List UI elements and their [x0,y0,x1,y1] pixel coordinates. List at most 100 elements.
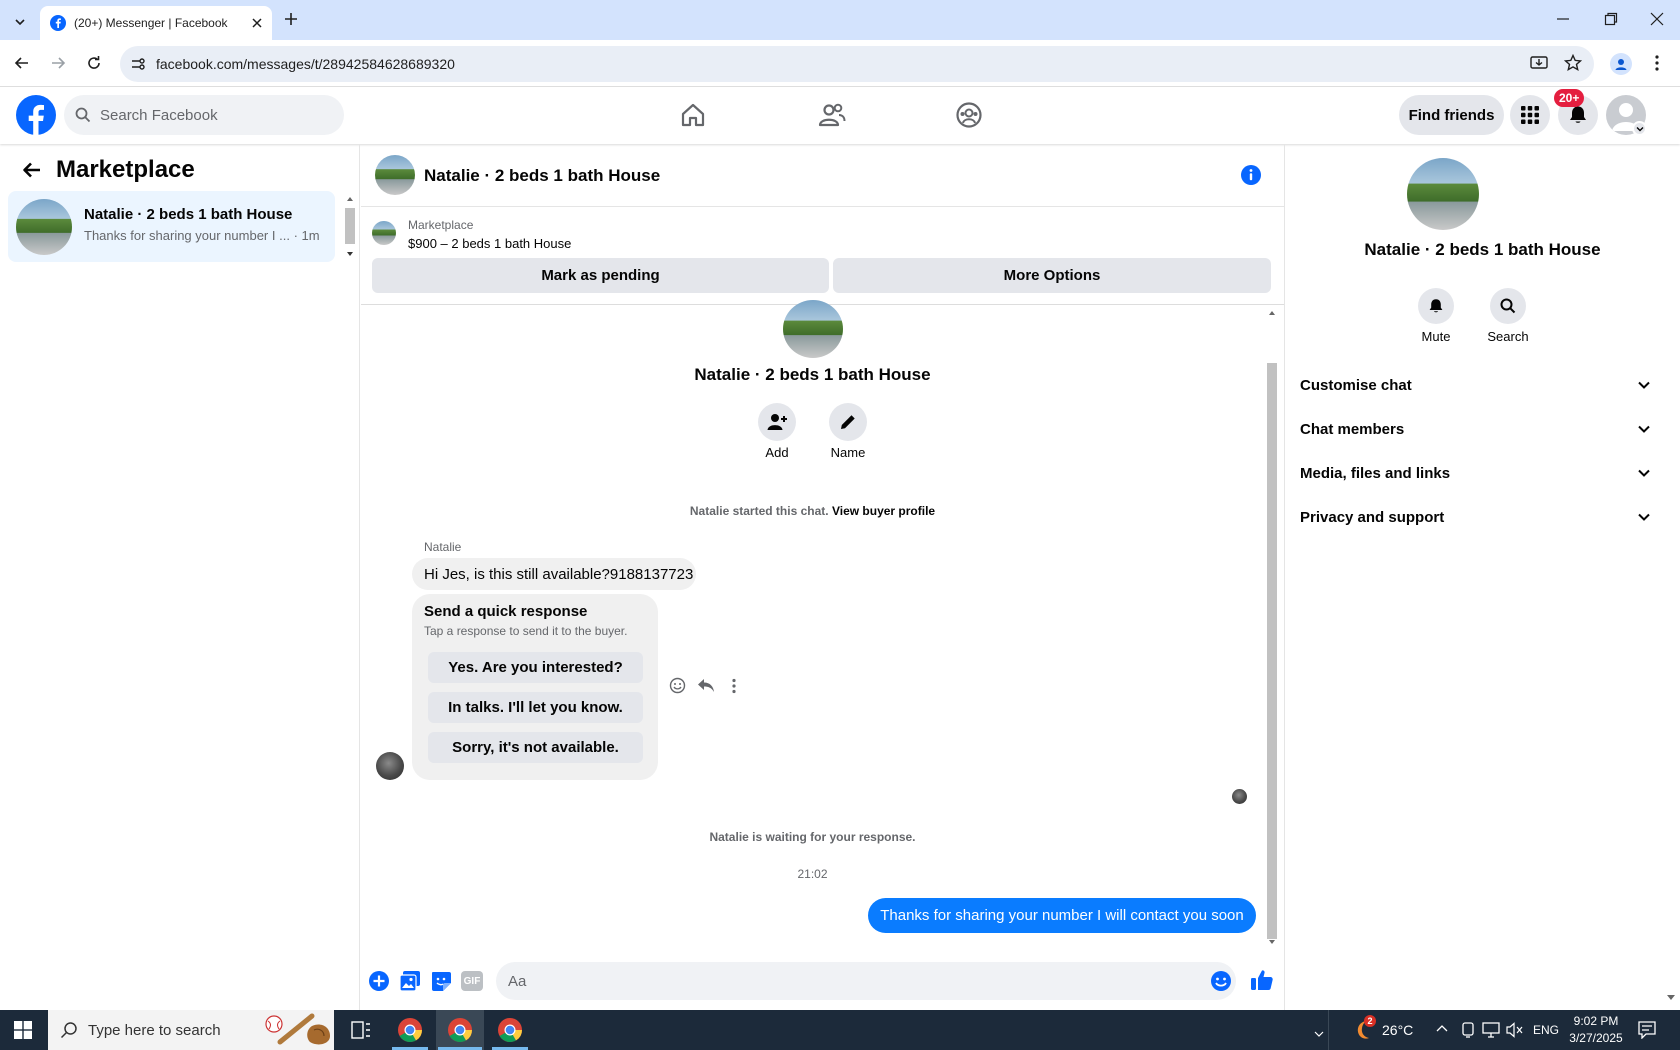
install-app-icon[interactable] [1530,55,1548,71]
sticker-button[interactable] [430,970,452,992]
browser-menu-icon[interactable] [1654,54,1660,72]
add-person-icon [767,414,787,430]
arrow-left-icon [23,162,40,178]
quick-response-option[interactable]: In talks. I'll let you know. [428,692,643,723]
volume-muted-icon[interactable] [1506,1022,1524,1038]
arrow-left-icon [14,57,28,69]
windows-start-button[interactable] [14,1021,32,1039]
taskbar-chrome-app[interactable] [396,1016,424,1044]
new-tab-button[interactable] [284,12,298,26]
plus-circle-icon [369,971,389,991]
weather-temp[interactable]: 26°C [1382,1022,1413,1038]
message-input[interactable]: Aa [496,962,1236,1000]
view-buyer-profile-link[interactable]: View buyer profile [832,504,935,518]
listing-thumbnail[interactable] [372,221,396,245]
tab-list-button[interactable] [8,10,32,34]
page-scroll-down-arrow[interactable] [1666,994,1676,1002]
profile-icon[interactable] [1610,53,1632,75]
chevron-up-icon [1436,1025,1448,1032]
taskbar-clock[interactable]: 9:02 PM 3/27/2025 [1568,1013,1624,1047]
restore-icon [1604,12,1618,26]
taskbar-chrome-app-2[interactable] [496,1016,524,1044]
incoming-message[interactable]: Hi Jes, is this still available?91881377… [412,558,696,590]
plus-icon [285,13,297,25]
facebook-search-input[interactable]: Search Facebook [64,95,344,135]
show-hidden-icons[interactable] [1436,1024,1448,1032]
react-button[interactable] [669,677,686,694]
network-icon[interactable] [1482,1022,1500,1038]
reply-button[interactable] [697,678,715,693]
find-friends-button[interactable]: Find friends [1399,95,1504,135]
customise-chat-row[interactable]: Customise chat [1300,370,1650,400]
media-files-links-row[interactable]: Media, files and links [1300,458,1650,488]
forward-button[interactable] [50,55,66,71]
privacy-support-row[interactable]: Privacy and support [1300,502,1650,532]
meet-now-icon[interactable] [1460,1021,1476,1039]
restore-button[interactable] [1604,12,1618,26]
windows-logo-icon [14,1021,32,1039]
minimize-button[interactable] [1556,12,1570,26]
bell-icon [1429,299,1443,313]
thread-scrollbar[interactable] [1266,307,1278,948]
groups-nav-icon[interactable] [955,101,983,129]
search-icon [75,107,91,123]
account-menu-chevron[interactable] [1632,121,1647,136]
browser-tab[interactable]: (20+) Messenger | Facebook [40,6,272,40]
back-to-marketplace-button[interactable] [22,160,42,180]
address-bar[interactable]: facebook.com/messages/t/2894258462868932… [120,46,1594,82]
bookmark-star-icon[interactable] [1564,54,1582,72]
media-files-links-label: Media, files and links [1300,464,1451,482]
chevron-down-icon [1638,381,1650,389]
outgoing-message[interactable]: Thanks for sharing your number I will co… [868,898,1256,933]
friends-nav-icon[interactable] [818,102,846,128]
taskbar-chrome-active[interactable] [436,1010,484,1050]
chevron-down-icon [1638,469,1650,477]
conversation-title[interactable]: Natalie · 2 beds 1 bath House [424,166,660,186]
reload-button[interactable] [86,55,102,71]
mark-as-pending-button[interactable]: Mark as pending [372,258,829,293]
search-in-chat-button[interactable] [1490,288,1526,324]
task-view-button[interactable] [351,1021,371,1039]
taskbar-divider [1328,1010,1329,1050]
thread-intro-avatar [783,300,843,358]
task-view-icon [351,1021,370,1039]
close-window-button[interactable] [1650,12,1664,26]
sender-avatar[interactable] [376,752,404,780]
chat-details-panel [1284,144,1680,1010]
chat-members-row[interactable]: Chat members [1300,414,1650,444]
chat-list-scrollbar[interactable] [345,194,355,260]
smiley-icon [669,677,686,694]
more-actions-plus-button[interactable] [368,970,390,992]
like-send-button[interactable] [1250,968,1274,992]
weather-alert-badge: 2 [1364,1015,1376,1027]
quick-response-option[interactable]: Sorry, it's not available. [428,732,643,763]
home-nav-icon[interactable] [680,102,706,128]
close-tab-icon[interactable] [252,18,262,28]
add-label: Add [765,445,789,460]
emoji-button[interactable] [1210,970,1232,992]
listing-label: Marketplace [408,218,474,232]
action-center-button[interactable] [1638,1021,1656,1039]
details-avatar[interactable] [1407,158,1479,230]
attach-photo-button[interactable] [399,970,421,992]
tab-title: (20+) Messenger | Facebook [74,16,228,30]
conversation-avatar[interactable] [375,155,415,195]
gif-icon[interactable]: GIF [461,971,483,991]
taskbar-overflow-chevron[interactable] [1314,1030,1324,1038]
conversation-info-button[interactable] [1240,164,1262,186]
search-highlight-baseball-icon [262,1012,334,1048]
mute-button[interactable] [1418,288,1454,324]
menu-button[interactable] [1510,95,1550,135]
message-input-placeholder: Aa [508,972,527,990]
close-icon [1650,12,1664,26]
add-people-button[interactable] [758,403,796,441]
facebook-logo-icon[interactable] [16,95,56,135]
site-info-icon[interactable] [130,56,146,72]
rename-button[interactable] [829,403,867,441]
quick-response-option[interactable]: Yes. Are you interested? [428,652,643,683]
language-indicator[interactable]: ENG [1533,1023,1559,1037]
more-actions-button[interactable] [731,678,737,694]
more-options-button[interactable]: More Options [833,258,1271,293]
back-button[interactable] [14,55,30,71]
listing-detail[interactable]: $900 – 2 beds 1 bath House [408,236,571,251]
